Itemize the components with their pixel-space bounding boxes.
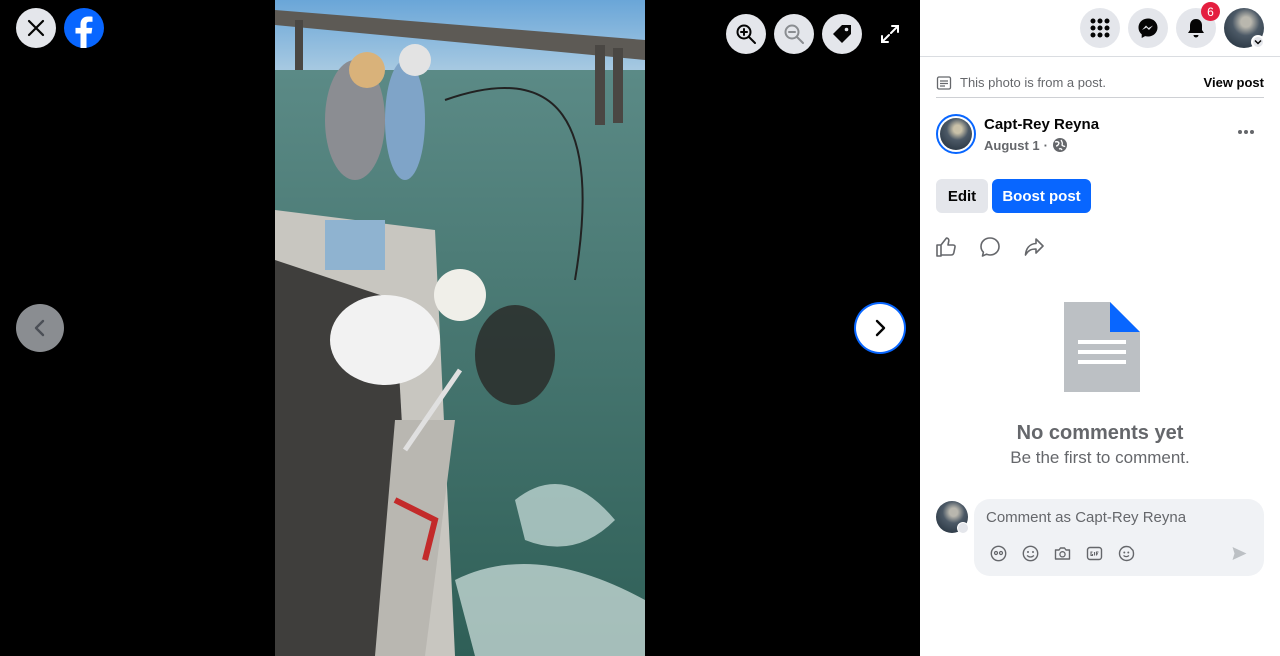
post-notice-icon bbox=[936, 75, 952, 90]
boost-post-button[interactable]: Boost post bbox=[992, 179, 1091, 213]
avatar-sticker-button[interactable] bbox=[989, 544, 1007, 562]
post-date[interactable]: August 1 bbox=[984, 138, 1040, 153]
view-post-link[interactable]: View post bbox=[1204, 75, 1264, 90]
comment-box[interactable] bbox=[974, 499, 1264, 576]
chevron-down-icon bbox=[1254, 39, 1262, 45]
more-horizontal-icon bbox=[1238, 130, 1254, 134]
camera-icon bbox=[1054, 546, 1070, 560]
close-button[interactable] bbox=[16, 8, 56, 48]
notifications-badge: 6 bbox=[1201, 2, 1220, 21]
zoom-in-icon bbox=[736, 24, 756, 44]
previous-photo-button[interactable] bbox=[16, 304, 64, 352]
globe-icon[interactable] bbox=[1052, 137, 1068, 153]
tag-icon bbox=[833, 25, 851, 43]
edit-button[interactable]: Edit bbox=[936, 179, 988, 213]
zoom-out-icon bbox=[784, 24, 804, 44]
author-avatar-wrap[interactable] bbox=[936, 114, 976, 154]
menu-grid-icon bbox=[1090, 18, 1110, 38]
photo-viewer bbox=[0, 0, 920, 656]
no-comments-title: No comments yet bbox=[1016, 422, 1184, 444]
gif-button[interactable] bbox=[1085, 544, 1103, 562]
fishing-photo-illustration bbox=[275, 0, 645, 656]
author-avatar[interactable] bbox=[936, 114, 976, 154]
no-comments-subtitle: Be the first to comment. bbox=[1010, 448, 1190, 467]
zoom-out-button[interactable] bbox=[774, 14, 814, 54]
send-icon bbox=[1232, 546, 1246, 560]
account-menu-chevron[interactable] bbox=[1251, 35, 1265, 49]
post-options-button[interactable] bbox=[1230, 118, 1262, 146]
like-button[interactable] bbox=[934, 235, 958, 259]
post-photo bbox=[275, 0, 645, 656]
send-button[interactable] bbox=[1230, 544, 1248, 562]
commenter-avatar-chevron[interactable] bbox=[957, 522, 969, 534]
zoom-in-button[interactable] bbox=[726, 14, 766, 54]
sticker-icon bbox=[1118, 545, 1134, 561]
close-icon bbox=[27, 19, 45, 37]
fullscreen-button[interactable] bbox=[874, 18, 906, 50]
post-meta: August 1 · bbox=[984, 137, 1068, 153]
share-icon bbox=[1024, 238, 1044, 256]
thumbs-up-icon bbox=[936, 237, 956, 257]
menu-button[interactable] bbox=[1080, 8, 1120, 48]
tag-button[interactable] bbox=[822, 14, 862, 54]
share-button[interactable] bbox=[1022, 235, 1046, 259]
sticker-button[interactable] bbox=[1117, 544, 1135, 562]
avatar-sticker-icon bbox=[990, 545, 1006, 561]
comment-icon bbox=[980, 237, 1000, 257]
meta-separator: · bbox=[1043, 137, 1048, 153]
messenger-icon bbox=[1138, 18, 1158, 38]
emoji-button[interactable] bbox=[1021, 544, 1039, 562]
author-name[interactable]: Capt-Rey Reyna bbox=[984, 116, 1099, 133]
comment-input[interactable] bbox=[986, 507, 1246, 527]
fullscreen-icon bbox=[881, 25, 899, 43]
post-notice: This photo is from a post. View post bbox=[936, 68, 1264, 98]
document-icon bbox=[1064, 302, 1140, 392]
gif-icon bbox=[1086, 546, 1102, 560]
messenger-button[interactable] bbox=[1128, 8, 1168, 48]
facebook-f-icon bbox=[75, 16, 93, 48]
bell-icon bbox=[1188, 19, 1204, 38]
chevron-right-icon bbox=[875, 319, 886, 337]
emoji-icon bbox=[1022, 545, 1038, 561]
chevron-left-icon bbox=[34, 319, 45, 337]
post-notice-text: This photo is from a post. bbox=[960, 75, 1106, 90]
next-photo-button[interactable] bbox=[856, 304, 904, 352]
facebook-logo[interactable] bbox=[64, 8, 104, 48]
photo-button[interactable] bbox=[1053, 544, 1071, 562]
comment-button[interactable] bbox=[978, 235, 1002, 259]
